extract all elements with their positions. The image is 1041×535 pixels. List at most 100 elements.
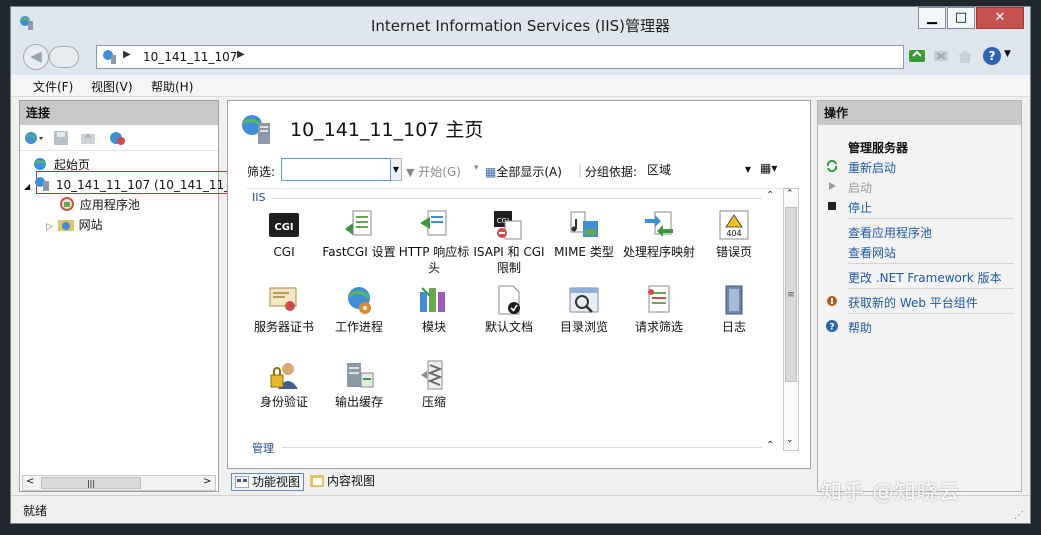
- chevron-down-icon[interactable]: ▾: [474, 163, 479, 173]
- scroll-left-icon[interactable]: <: [26, 476, 34, 487]
- home-icon[interactable]: [956, 47, 974, 65]
- action-view-sites[interactable]: 查看网站: [848, 244, 896, 261]
- scroll-right-icon[interactable]: >: [203, 476, 211, 487]
- close-button[interactable]: ✕: [976, 7, 1024, 29]
- show-all-label: 全部显示(A): [496, 165, 562, 179]
- feature-error-pages[interactable]: 404 错误页: [696, 209, 772, 260]
- collapse-section-icon[interactable]: ⌃: [766, 190, 774, 201]
- tree-item-app-pools[interactable]: 应用程序池: [58, 196, 140, 213]
- action-change-net-framework[interactable]: 更改 .NET Framework 版本: [848, 269, 1002, 286]
- collapse-section-icon[interactable]: ⌃: [766, 440, 774, 451]
- stop-icon: [828, 202, 836, 210]
- feature-default-document[interactable]: 默认文档: [471, 284, 547, 335]
- chevron-down-icon[interactable]: ▼: [391, 158, 402, 181]
- action-help[interactable]: 帮助: [848, 319, 872, 336]
- refresh-icon[interactable]: [908, 47, 926, 65]
- feature-logging[interactable]: 日志: [696, 284, 772, 335]
- back-button[interactable]: ◀: [23, 44, 49, 70]
- menu-file[interactable]: 文件(F): [33, 78, 73, 95]
- filter-input[interactable]: [281, 158, 391, 181]
- feature-authentication[interactable]: 身份验证: [246, 359, 322, 410]
- handler-mappings-icon: [645, 211, 673, 237]
- up-icon[interactable]: [80, 130, 96, 146]
- view-mode-icon[interactable]: ▦▾: [760, 161, 777, 175]
- action-restart[interactable]: 重新启动: [848, 159, 896, 176]
- feature-cgi[interactable]: CGI CGI: [246, 209, 322, 260]
- show-all-icon: ▦: [485, 165, 497, 179]
- output-caching-icon: [347, 363, 374, 388]
- maximize-button[interactable]: □: [947, 7, 975, 29]
- group-by-label: 分组依据:: [585, 165, 638, 179]
- save-icon[interactable]: [53, 130, 69, 146]
- stop-icon[interactable]: [932, 47, 950, 65]
- feature-http-response-headers[interactable]: HTTP 响应标头: [396, 209, 472, 276]
- restart-icon: [826, 160, 838, 172]
- help-icon[interactable]: ?: [983, 47, 1001, 65]
- start-page-icon: [34, 158, 46, 170]
- action-stop[interactable]: 停止: [848, 199, 872, 216]
- feature-output-caching[interactable]: 输出缓存: [321, 359, 397, 410]
- feature-isapi-cgi-restrictions[interactable]: CGI ISAPI 和 CGI 限制: [471, 209, 547, 276]
- feature-compression[interactable]: 压缩: [396, 359, 472, 410]
- authentication-icon: [270, 363, 298, 389]
- logging-icon: [725, 285, 743, 315]
- tab-content-view[interactable]: 内容视图: [307, 473, 378, 491]
- tab-feature-view[interactable]: 功能视图: [231, 473, 305, 491]
- section-title-iis: IIS: [252, 191, 266, 204]
- menu-bar: 文件(F) 视图(V) 帮助(H): [11, 75, 1030, 97]
- feature-label: 处理程序映射: [622, 245, 695, 259]
- feature-label: 模块: [421, 320, 446, 334]
- tab-label: 内容视图: [327, 474, 376, 488]
- chevron-down-icon[interactable]: ▼: [1004, 49, 1011, 59]
- feature-label: 输出缓存: [334, 395, 383, 409]
- address-path[interactable]: 10_141_11_107: [143, 50, 237, 64]
- show-all-button[interactable]: ▦全部显示(A): [485, 163, 562, 180]
- default-document-icon: [498, 285, 520, 315]
- feature-handler-mappings[interactable]: 处理程序映射: [621, 209, 697, 260]
- connect-icon[interactable]: [24, 130, 46, 146]
- feature-label: 日志: [721, 320, 746, 334]
- scroll-up-icon[interactable]: ⌃: [786, 189, 794, 199]
- breadcrumb-arrow-icon[interactable]: ▶: [237, 49, 245, 60]
- scroll-down-icon[interactable]: ⌄: [786, 435, 794, 445]
- feature-fastcgi[interactable]: FastCGI 设置: [321, 209, 397, 260]
- feature-worker-processes[interactable]: 工作进程: [321, 284, 397, 335]
- action-get-web-platform-components[interactable]: 获取新的 Web 平台组件: [848, 294, 978, 311]
- feature-label: HTTP 响应标头: [398, 245, 470, 275]
- svg-text:CGI: CGI: [274, 222, 293, 233]
- scroll-thumb[interactable]: |||: [41, 477, 141, 489]
- menu-help[interactable]: 帮助(H): [151, 78, 193, 95]
- expanded-arrow-icon[interactable]: ◢: [24, 182, 30, 191]
- actions-divider: [848, 218, 1014, 219]
- forward-button[interactable]: [49, 46, 79, 68]
- features-area: IIS ⌃ CGI CGI FastCGI 设置 HTTP 响应标头 CGI ISAPI …: [246, 188, 796, 455]
- view-tabs: 功能视图 内容视图: [227, 473, 811, 491]
- action-view-app-pools[interactable]: 查看应用程序池: [848, 224, 932, 241]
- feature-label: 工作进程: [334, 320, 383, 334]
- breadcrumb-arrow-icon[interactable]: ▶: [123, 49, 131, 60]
- minimize-button[interactable]: ▁: [918, 7, 946, 29]
- feature-directory-browsing[interactable]: 目录浏览: [546, 284, 622, 335]
- tree-item-sites[interactable]: ▷ 网站: [46, 216, 103, 233]
- svg-text:?: ?: [829, 323, 834, 333]
- resize-grip-icon[interactable]: ⋰: [1014, 510, 1024, 521]
- horizontal-scrollbar[interactable]: < ||| >: [22, 475, 216, 491]
- collapsed-arrow-icon[interactable]: ▷: [46, 222, 53, 232]
- vertical-scrollbar[interactable]: ⌃ ≡ ⌄: [783, 188, 799, 451]
- feature-mime-types[interactable]: MIME 类型: [546, 209, 622, 260]
- group-by-select[interactable]: 区域 ▼: [642, 160, 756, 180]
- tree-item-server[interactable]: ◢ 10_141_11_107 (10_141_11_: [24, 176, 230, 192]
- menu-view[interactable]: 视图(V): [91, 78, 133, 95]
- address-toolbar: ◀ ▶ 10_141_11_107 ▶ ? ▼: [11, 39, 1030, 75]
- action-start[interactable]: 启动: [848, 179, 872, 196]
- feature-server-certificates[interactable]: 服务器证书: [246, 284, 322, 335]
- disconnect-icon[interactable]: [108, 130, 126, 146]
- address-bar[interactable]: ▶ 10_141_11_107 ▶: [96, 45, 904, 69]
- toolbar-divider: |: [578, 163, 583, 177]
- group-by-value: 区域: [647, 163, 672, 177]
- start-button[interactable]: ▼ 开始(G): [406, 163, 461, 180]
- feature-modules[interactable]: 模块: [396, 284, 472, 335]
- scroll-thumb[interactable]: ≡: [785, 207, 797, 382]
- page-title: 10_141_11_107 主页: [290, 119, 484, 141]
- feature-request-filtering[interactable]: 请求筛选: [621, 284, 697, 335]
